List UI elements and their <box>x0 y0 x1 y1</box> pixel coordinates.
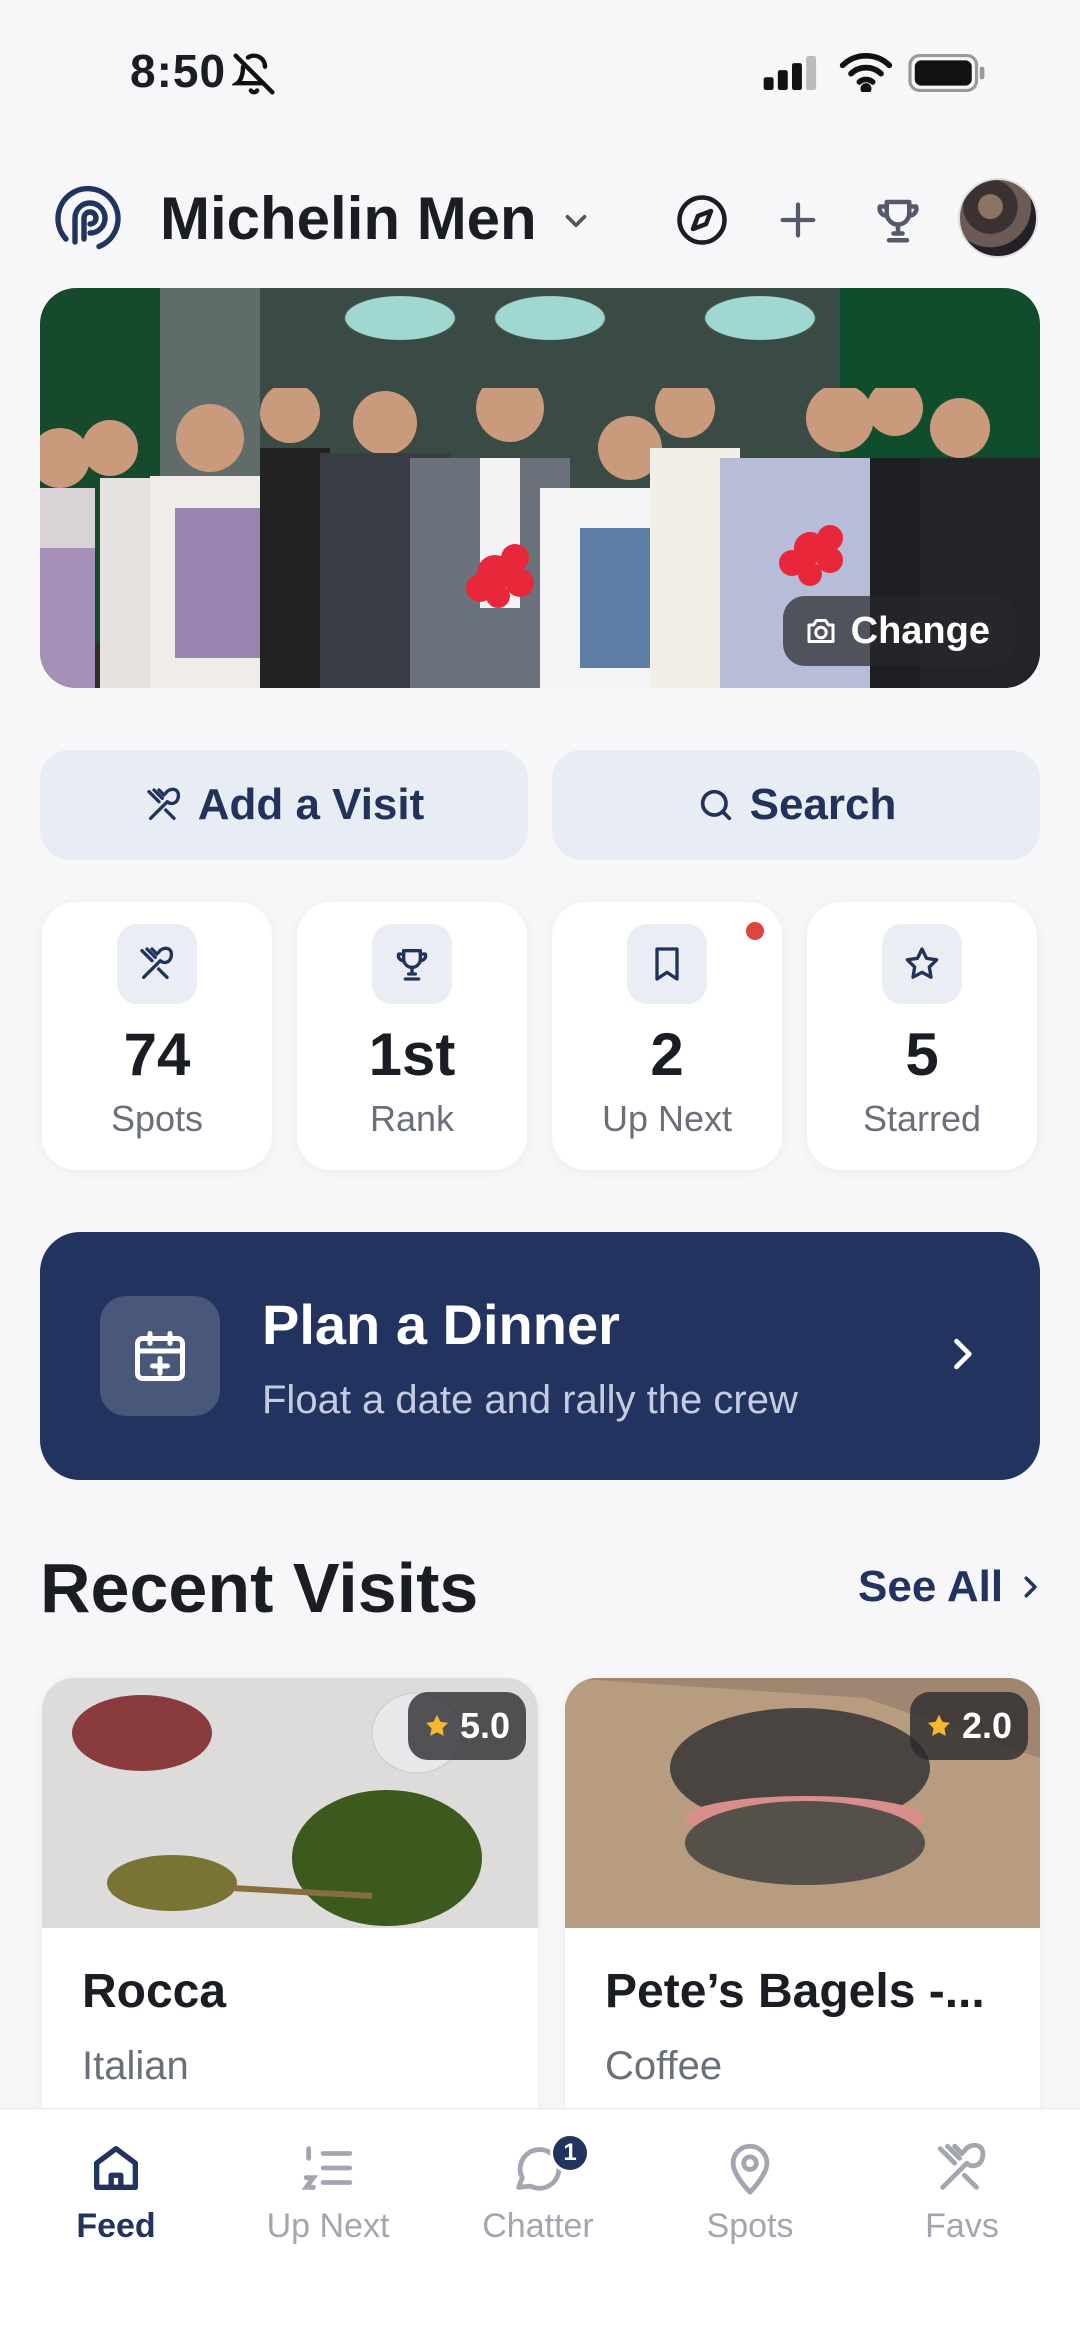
home-icon <box>94 2146 138 2190</box>
utensils-icon <box>147 787 180 820</box>
visit-card[interactable]: 2.0 Pete’s Bagels -... Coffee <box>565 1678 1040 2118</box>
search-button[interactable]: Search <box>552 750 1040 860</box>
see-all-label: See All <box>858 1562 1004 1611</box>
star-icon <box>905 947 939 979</box>
change-cover-button[interactable]: Change <box>782 596 1016 666</box>
visit-name: Pete’s Bagels -... <box>605 1965 985 2018</box>
profile-avatar[interactable] <box>958 178 1038 258</box>
rating-value: 5.0 <box>459 1705 510 1746</box>
rating-badge: 5.0 <box>407 1692 526 1760</box>
search-icon <box>700 789 731 821</box>
visit-card[interactable]: 5.0 Rocca Italian <box>42 1678 538 2118</box>
add-button[interactable] <box>766 188 830 252</box>
tab-spots[interactable]: Spots <box>660 2139 840 2259</box>
leaderboard-button[interactable] <box>866 188 930 252</box>
plan-dinner-card[interactable]: Plan a Dinner Float a date and rally the… <box>40 1232 1040 1480</box>
calendar-plus-icon <box>135 1331 185 1381</box>
rating-badge: 2.0 <box>909 1692 1028 1760</box>
stat-icon-box <box>882 924 962 1004</box>
tab-label: Up Next <box>266 2207 390 2245</box>
search-label: Search <box>749 780 897 829</box>
plan-subtitle: Float a date and rally the crew <box>262 1378 798 1422</box>
bottom-tab-bar: Feed Up Next 1 Chatter Spots Favs <box>0 2108 1080 2336</box>
tab-label: Spots <box>706 2207 794 2245</box>
stat-value: 5 <box>905 1021 939 1088</box>
group-cover-photo: Change <box>40 288 1040 688</box>
utensils-icon <box>140 946 174 979</box>
tab-chatter[interactable]: 1 Chatter <box>448 2133 628 2259</box>
explore-button[interactable] <box>670 188 734 252</box>
unread-badge: 1 <box>550 2133 590 2173</box>
visit-category: Italian <box>82 2044 189 2088</box>
plus-icon <box>780 202 816 238</box>
stat-icon-box <box>117 924 197 1004</box>
stat-label: Starred <box>862 1098 982 1139</box>
stat-label: Up Next <box>601 1098 733 1139</box>
stat-value: 1st <box>368 1021 456 1088</box>
group-switcher[interactable]: Michelin Men <box>160 184 593 253</box>
chevron-down-icon <box>565 214 587 227</box>
app-screen: 8:50 Michelin Men Change Add a Visit Sea… <box>0 0 1080 2336</box>
map-pin-icon <box>730 2143 770 2195</box>
bookmark-icon <box>655 947 679 981</box>
stat-value: 74 <box>123 1021 191 1088</box>
group-name: Michelin Men <box>160 185 537 252</box>
change-cover-label: Change <box>850 609 990 652</box>
utensils-icon <box>937 2142 986 2190</box>
stat-icon-box <box>627 924 707 1004</box>
bell-muted-icon <box>232 53 275 95</box>
tab-favs[interactable]: Favs <box>872 2139 1052 2259</box>
wifi-icon <box>839 53 893 92</box>
tab-up-next[interactable]: Up Next <box>238 2139 418 2259</box>
trophy-icon <box>396 949 428 981</box>
app-logo-icon <box>55 185 121 250</box>
rating-value: 2.0 <box>961 1705 1012 1746</box>
cellular-signal-icon <box>763 56 817 90</box>
plan-icon-box <box>100 1296 220 1416</box>
stat-card-rank[interactable]: 1st Rank <box>297 902 527 1170</box>
chevron-right-icon <box>1024 1576 1037 1598</box>
tab-label: Feed <box>76 2207 156 2245</box>
visit-category: Coffee <box>605 2044 723 2088</box>
stat-card-up-next[interactable]: 2 Up Next <box>552 902 782 1170</box>
status-time: 8:50 <box>130 45 227 97</box>
star-filled-icon <box>927 1714 950 1736</box>
numbered-list-icon <box>301 2146 353 2190</box>
status-bar: 8:50 <box>0 0 1080 140</box>
tab-label: Chatter <box>482 2207 594 2245</box>
tab-label: Favs <box>925 2207 999 2245</box>
compass-icon <box>677 195 727 245</box>
stat-label: Spots <box>110 1098 204 1139</box>
stat-card-starred[interactable]: 5 Starred <box>807 902 1037 1170</box>
stat-value: 2 <box>650 1021 684 1088</box>
chevron-right-icon <box>954 1338 972 1370</box>
add-visit-button[interactable]: Add a Visit <box>40 750 528 860</box>
stat-icon-box <box>372 924 452 1004</box>
stat-card-spots[interactable]: 74 Spots <box>42 902 272 1170</box>
add-visit-label: Add a Visit <box>197 780 425 829</box>
tab-feed[interactable]: Feed <box>26 2139 206 2259</box>
camera-icon <box>807 619 835 643</box>
trophy-icon <box>877 199 919 243</box>
notification-dot <box>746 922 764 940</box>
stat-label: Rank <box>369 1098 455 1139</box>
battery-icon <box>908 54 985 92</box>
plan-title: Plan a Dinner <box>262 1293 620 1356</box>
star-filled-icon <box>425 1714 448 1736</box>
section-title: Recent Visits <box>40 1549 479 1627</box>
see-all-link[interactable]: See All <box>858 1562 1045 1612</box>
visit-name: Rocca <box>82 1965 227 2018</box>
app-header: Michelin Men <box>0 170 1080 270</box>
